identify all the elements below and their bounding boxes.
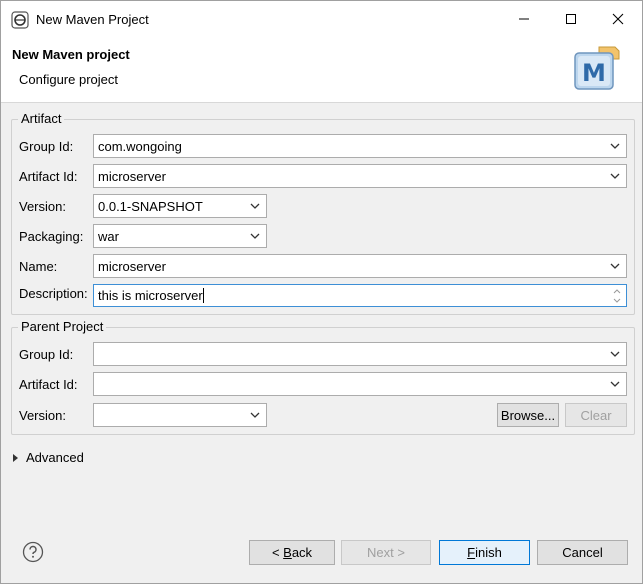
- parent-version-combo[interactable]: [93, 403, 267, 427]
- artifact-id-label: Artifact Id:: [19, 169, 78, 184]
- browse-button[interactable]: Browse...: [497, 403, 559, 427]
- clear-button[interactable]: Clear: [565, 403, 627, 427]
- wizard-subtitle: Configure project: [19, 72, 118, 87]
- minimize-button[interactable]: [501, 1, 547, 37]
- chevron-down-icon[interactable]: [248, 408, 262, 422]
- parent-artifact-id-label: Artifact Id:: [19, 377, 78, 392]
- parent-version-label: Version:: [19, 408, 66, 423]
- dialog-window: New Maven Project New Maven project Conf…: [0, 0, 643, 584]
- packaging-value: war: [98, 229, 119, 244]
- description-text-wrap: this is microserver: [98, 288, 204, 303]
- maximize-button[interactable]: [548, 1, 594, 37]
- description-textarea[interactable]: this is microserver: [93, 284, 627, 307]
- group-id-combo[interactable]: com.wongoing: [93, 134, 627, 158]
- parent-group-id-label: Group Id:: [19, 347, 74, 362]
- scroll-arrows-icon[interactable]: [611, 286, 623, 306]
- parent-group-id-combo[interactable]: [93, 342, 627, 366]
- artifact-id-combo[interactable]: microserver: [93, 164, 627, 188]
- chevron-down-icon[interactable]: [608, 259, 622, 273]
- chevron-down-icon[interactable]: [248, 199, 262, 213]
- next-button[interactable]: Next >: [341, 540, 431, 565]
- cancel-button-label: Cancel: [562, 545, 603, 560]
- cancel-button[interactable]: Cancel: [537, 540, 628, 565]
- help-icon[interactable]: [22, 541, 44, 563]
- finish-mnemonic: F: [467, 545, 476, 560]
- packaging-label: Packaging:: [19, 229, 84, 244]
- packaging-select[interactable]: war: [93, 224, 267, 248]
- description-value: this is microserver: [98, 288, 203, 303]
- chevron-down-icon[interactable]: [248, 229, 262, 243]
- group-id-value: com.wongoing: [98, 139, 182, 154]
- parent-project-legend: Parent Project: [18, 319, 107, 334]
- finish-rest: inish: [475, 545, 502, 560]
- back-button[interactable]: < Back: [249, 540, 335, 565]
- artifact-legend: Artifact: [18, 111, 65, 126]
- window-title: New Maven Project: [36, 12, 149, 27]
- wizard-title: New Maven project: [12, 47, 130, 62]
- maven-logo-icon: M: [574, 46, 620, 90]
- browse-button-label: Browse...: [500, 407, 556, 423]
- expand-triangle-icon: [13, 453, 18, 462]
- back-button-label: < Back: [272, 545, 312, 560]
- chevron-down-icon[interactable]: [608, 169, 622, 183]
- version-value: 0.0.1-SNAPSHOT: [98, 199, 203, 214]
- chevron-down-icon[interactable]: [608, 377, 622, 391]
- back-prefix: <: [271, 545, 284, 560]
- text-caret: [202, 288, 204, 303]
- artifact-group: Artifact Group Id: com.wongoing Artifact…: [11, 111, 635, 315]
- version-label: Version:: [19, 199, 66, 214]
- name-combo[interactable]: microserver: [93, 254, 627, 278]
- clear-button-label: Clear: [580, 407, 612, 423]
- name-value: microserver: [98, 259, 166, 274]
- name-label: Name:: [19, 259, 58, 274]
- close-icon: [612, 13, 624, 25]
- minimize-icon: [519, 18, 529, 20]
- wizard-header: New Maven project Configure project M: [1, 37, 642, 103]
- finish-button-label: Finish: [467, 545, 502, 560]
- version-combo[interactable]: 0.0.1-SNAPSHOT: [93, 194, 267, 218]
- maximize-icon: [566, 14, 576, 24]
- chevron-down-icon[interactable]: [608, 139, 622, 153]
- advanced-label: Advanced: [26, 450, 84, 465]
- finish-button[interactable]: Finish: [439, 540, 530, 565]
- eclipse-app-icon: [11, 11, 29, 29]
- description-label: Description:: [19, 286, 88, 301]
- parent-artifact-id-combo[interactable]: [93, 372, 627, 396]
- parent-project-group: Parent Project Group Id: Artifact Id: Ve…: [11, 319, 635, 435]
- chevron-down-icon[interactable]: [608, 347, 622, 361]
- next-button-label: Next >: [367, 545, 405, 560]
- title-bar: New Maven Project: [1, 1, 642, 37]
- maven-logo-letter: M: [582, 59, 606, 87]
- back-rest: ack: [291, 545, 313, 560]
- artifact-id-value: microserver: [98, 169, 166, 184]
- advanced-expander[interactable]: Advanced: [13, 450, 84, 465]
- close-button[interactable]: [595, 1, 641, 37]
- back-mnemonic: B: [283, 545, 292, 560]
- group-id-label: Group Id:: [19, 139, 74, 154]
